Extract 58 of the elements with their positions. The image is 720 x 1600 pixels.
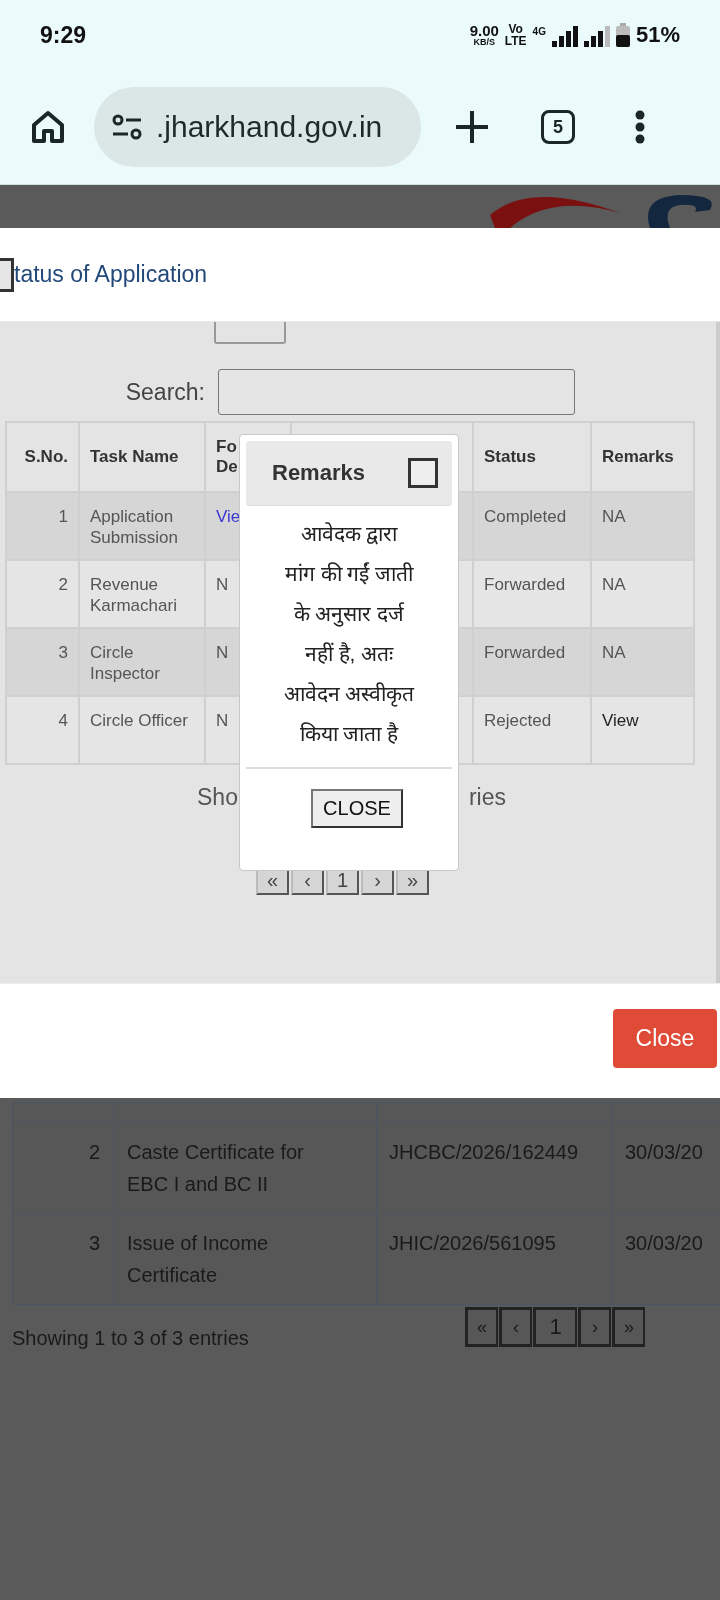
table-cell: NA (591, 560, 694, 628)
table-cell: Forwarded (473, 560, 591, 628)
signal-icon (551, 23, 578, 47)
table-cell: Caste Certificate for EBC I and BC II (114, 1122, 377, 1214)
entries-info: Showing 1 to 3 of 3 entries (12, 1327, 249, 1350)
page-button[interactable]: 1 (533, 1307, 577, 1347)
lte-label: LTE (504, 35, 527, 47)
clock: 9:29 (40, 21, 87, 49)
table-cell: NA (591, 492, 694, 560)
url-text: .jharkhand.gov.in (156, 110, 383, 144)
table-cell: Rejected (473, 696, 591, 764)
new-tab-icon[interactable] (455, 110, 489, 144)
site-settings-icon[interactable] (112, 114, 142, 140)
page-button[interactable]: ‹ (499, 1307, 532, 1347)
speed-unit: KB/S (473, 38, 495, 47)
checkbox-icon (408, 458, 438, 488)
page-button[interactable]: « (465, 1307, 498, 1347)
table-cell: 30/03/20 (612, 1213, 720, 1305)
table-cell: 3 (6, 628, 79, 696)
search-field[interactable] (218, 369, 575, 415)
close-button[interactable]: Close (613, 1009, 717, 1068)
battery-percent: 51% (635, 22, 680, 48)
network-speed: 9.00 (469, 23, 499, 38)
table-cell: 2 (6, 560, 79, 628)
column-header: S.No. (6, 422, 79, 492)
table-cell: NA (591, 628, 694, 696)
table-cell: Application Submission (79, 492, 205, 560)
signal-icon (583, 23, 610, 47)
table-cell: 2 (12, 1122, 115, 1214)
volte-label: Vo (508, 23, 523, 35)
table-cell: Completed (473, 492, 591, 560)
table-cell: 3 (12, 1213, 115, 1305)
select-field[interactable] (214, 322, 286, 344)
menu-icon[interactable] (635, 110, 645, 144)
table-cell: Circle Officer (79, 696, 205, 764)
view-link[interactable]: View (591, 696, 694, 764)
search-label: Search: (124, 378, 205, 406)
page-button[interactable]: » (612, 1307, 645, 1347)
table-cell: JHIC/2026/561095 (376, 1213, 613, 1305)
checkbox-icon (0, 257, 14, 292)
address-bar[interactable]: .jharkhand.gov.in (94, 87, 421, 167)
table-cell: 1 (6, 492, 79, 560)
table-cell: Revenue Karmachari (79, 560, 205, 628)
entries-info: ries (468, 784, 506, 811)
table-cell: Issue of Income Certificate (114, 1213, 377, 1305)
network-type: 4G (532, 26, 546, 37)
page-button[interactable]: › (578, 1307, 611, 1347)
battery-icon (615, 23, 630, 47)
table-cell: 4 (6, 696, 79, 764)
modal-title: tatus of Application (14, 261, 208, 288)
tab-count[interactable]: 5 (541, 110, 575, 144)
entries-info: Sho (197, 784, 238, 811)
close-button[interactable]: CLOSE (311, 789, 403, 828)
table-cell: 30/03/20 (612, 1122, 720, 1214)
table-cell: Circle Inspector (79, 628, 205, 696)
table-cell: Forwarded (473, 628, 591, 696)
table-cell: JHCBC/2026/162449 (376, 1122, 613, 1214)
home-icon[interactable] (30, 109, 66, 145)
